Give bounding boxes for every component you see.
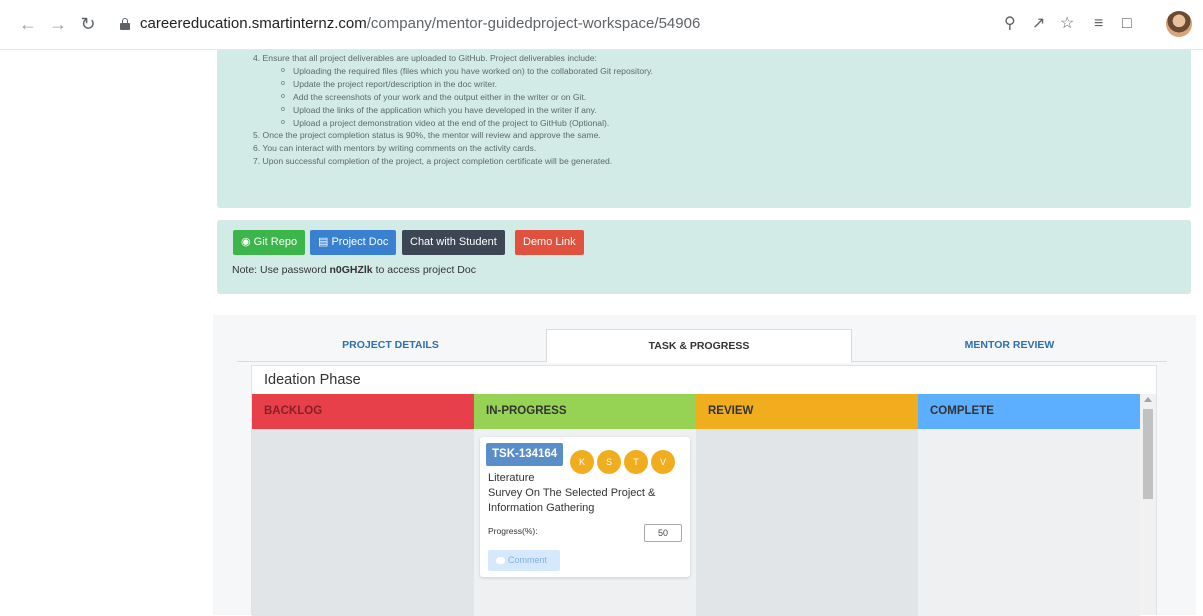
board-scrollbar[interactable] [1140, 394, 1156, 615]
progress-label: Progress(%): [488, 526, 538, 536]
project-tabs: PROJECT DETAILS TASK & PROGRESS MENTOR R… [237, 329, 1167, 363]
column-review[interactable] [696, 429, 918, 616]
forward-arrow-icon[interactable]: → [48, 14, 68, 34]
note-prefix: Note: Use password [232, 264, 330, 276]
git-repo-label: Git Repo [253, 236, 298, 248]
comment-icon [496, 557, 505, 565]
address-bar[interactable]: careereducation.smartinternz.com/company… [140, 15, 700, 32]
task-id-badge: TSK-134164 [486, 443, 564, 466]
password-note: Note: Use password n0GHZlk to access pro… [232, 264, 476, 276]
git-repo-button[interactable]: ◉ Git Repo [233, 230, 306, 255]
lock-icon[interactable] [120, 18, 130, 30]
side-panel-icon[interactable]: □ [1122, 13, 1132, 35]
instruction-sub-item: Upload the links of the application whic… [253, 104, 1191, 117]
tab-mentor-review[interactable]: MENTOR REVIEW [852, 329, 1167, 362]
column-header-in-progress: IN-PROGRESS [474, 394, 696, 429]
comment-label: Comment [508, 555, 548, 565]
project-doc-button[interactable]: ▤ Project Doc [310, 230, 397, 255]
column-header-complete: COMPLETE [918, 394, 1140, 429]
instruction-sub-item: Upload a project demonstration video at … [253, 117, 1191, 130]
progress-input[interactable]: 50 [644, 524, 682, 542]
kanban-board: Ideation Phase BACKLOG IN-PROGRESS REVIE… [251, 365, 1157, 616]
column-header-backlog: BACKLOG [252, 394, 474, 429]
project-doc-label: Project Doc [331, 236, 389, 248]
reading-list-icon[interactable]: ≡ [1094, 13, 1103, 35]
url-path: /company/mentor-guidedproject-workspace/… [366, 15, 701, 32]
instruction-step-4: 4. Ensure that all project deliverables … [253, 53, 597, 63]
project-card: PROJECT DETAILS TASK & PROGRESS MENTOR R… [213, 315, 1196, 616]
instruction-sub-item: Uploading the required files (files whic… [253, 65, 1191, 78]
chat-with-student-button[interactable]: Chat with Student [402, 230, 505, 255]
task-title-line: Survey On The Selected Project & [488, 487, 656, 499]
scroll-up-arrow-icon[interactable] [1144, 397, 1152, 402]
instruction-step-7: 7. Upon successful completion of the pro… [253, 156, 613, 167]
project-actions-panel: ◉ Git Repo ▤ Project Doc Chat with Stude… [217, 220, 1191, 294]
phase-title: Ideation Phase [264, 372, 361, 388]
task-title: Literature Survey On The Selected Projec… [488, 471, 683, 516]
page-content: 4. Ensure that all project deliverables … [0, 50, 1203, 616]
demo-link-button[interactable]: Demo Link [515, 230, 584, 255]
comment-button[interactable]: Comment [488, 550, 560, 571]
task-title-line: Information Gathering [488, 502, 595, 514]
share-icon[interactable]: ↗ [1032, 13, 1045, 35]
instructions-panel: 4. Ensure that all project deliverables … [217, 50, 1191, 208]
bookmark-star-icon[interactable]: ☆ [1060, 13, 1074, 35]
instruction-step-5: 5. Once the project completion status is… [253, 130, 601, 141]
instruction-step-6: 6. You can interact with mentors by writ… [253, 143, 537, 154]
url-domain: careereducation.smartinternz.com [140, 15, 367, 32]
doc-password: n0GHZlk [329, 264, 373, 276]
column-backlog[interactable] [252, 429, 474, 616]
profile-avatar[interactable] [1166, 11, 1192, 37]
document-icon: ▤ [318, 236, 329, 248]
reload-icon[interactable]: ↻ [78, 14, 98, 34]
task-card[interactable]: TSK-134164 K S T V Literature Survey On … [480, 437, 690, 577]
tab-task-progress[interactable]: TASK & PROGRESS [546, 329, 852, 363]
task-title-line: Literature [488, 472, 535, 484]
instruction-sub-item: Add the screenshots of your work and the… [253, 91, 1191, 104]
zoom-icon[interactable]: ⚲ [1004, 13, 1016, 35]
column-complete[interactable] [918, 429, 1140, 616]
scroll-thumb[interactable] [1143, 409, 1153, 499]
note-suffix: to access project Doc [372, 264, 476, 276]
tab-project-details[interactable]: PROJECT DETAILS [237, 329, 544, 362]
github-icon: ◉ [241, 236, 251, 248]
column-header-review: REVIEW [696, 394, 918, 429]
back-arrow-icon[interactable]: ← [18, 14, 38, 34]
browser-toolbar: ← → ↻ careereducation.smartinternz.com/c… [0, 0, 1203, 50]
instruction-sub-item: Update the project report/description in… [253, 78, 1191, 91]
